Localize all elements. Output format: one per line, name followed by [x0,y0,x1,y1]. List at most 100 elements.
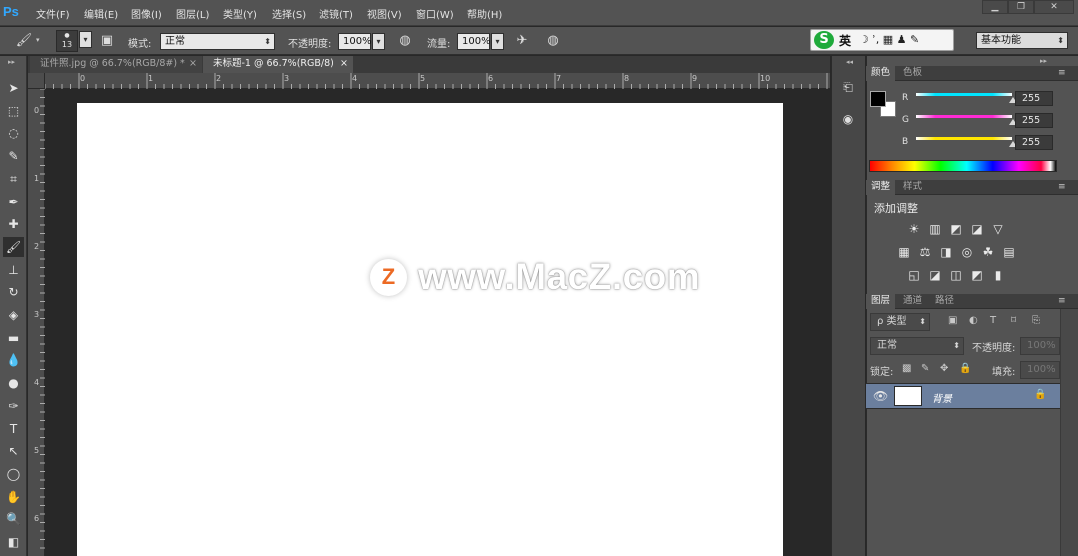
restore-button[interactable]: ❐ [1008,0,1034,14]
zoom-tool-icon[interactable]: 🔍 [3,509,24,529]
adjustment-row1-icon[interactable]: ▥ [927,221,943,237]
layers-scrollbar[interactable] [1060,309,1078,556]
properties-panel-icon[interactable]: ◉ [835,108,861,130]
menu-item[interactable]: 图像(I) [131,6,162,21]
ime-tool-icons[interactable]: ☽ ʾ, ▦ ♟ ✎ [859,33,919,46]
brush-size-picker[interactable]: ● 13 [56,30,78,52]
adjustment-row2-icon[interactable]: ▦ [896,244,912,260]
brush-preset-icon[interactable]: 🖌 [14,31,34,51]
blend-mode-dropdown[interactable]: 正常 ⬍ [870,337,964,355]
adjustment-row2-icon[interactable]: ⚖ [917,244,933,260]
panel-menu-icon[interactable]: ≡ [1058,296,1066,306]
tab-adjustments[interactable]: 调整 [866,180,896,195]
adjustment-row1-icon[interactable]: ◩ [948,221,964,237]
lasso-tool-icon[interactable]: ◌ [3,123,24,143]
close-tab-icon[interactable]: × [340,56,348,72]
quick-select-tool-icon[interactable]: ✎ [3,146,24,166]
layer-name[interactable]: 背景 [932,390,952,405]
layer-filter-icon[interactable]: ▣ [948,315,957,326]
layer-visibility-eye-icon[interactable]: 👁 [873,389,888,403]
mode-dropdown[interactable]: 正常 ⬍ [160,33,275,50]
history-panel-icon[interactable]: ⎗ [835,76,861,98]
layer-filter-icon[interactable]: ⎘ [1032,315,1040,326]
preset-arrow-icon[interactable]: ▾ [36,36,40,44]
layer-opacity-input[interactable]: 100% [1020,337,1060,355]
crop-tool-icon[interactable]: ⌗ [3,169,24,189]
tab-layers[interactable]: 图层 [866,294,896,309]
document-canvas[interactable] [77,103,783,556]
layer-row-background[interactable]: 👁 背景 🔒 [866,383,1060,409]
dodge-tool-icon[interactable]: ● [3,373,24,393]
tab-untitled-1[interactable]: 未标题-1 @ 66.7%(RGB/8) × [203,56,353,73]
channel-slider-track[interactable] [916,93,1012,96]
adjustment-row3-icon[interactable]: ▮ [990,267,1006,283]
workspace-dropdown[interactable]: 基本功能 ⬍ [976,32,1068,49]
adjustment-row2-icon[interactable]: ▤ [1001,244,1017,260]
opacity-dropdown[interactable]: ▾ [372,33,385,50]
lock-option-icon[interactable]: ▩ [902,363,911,374]
tab-styles[interactable]: 样式 [898,180,927,195]
history-brush-tool-icon[interactable]: ↻ [3,282,24,302]
move-tool-icon[interactable]: ➤ [3,78,24,98]
marquee-tool-icon[interactable]: ⬚ [3,101,24,121]
collapse-panels-icon[interactable]: ◂◂ [846,58,853,66]
channel-slider-track[interactable] [916,115,1012,118]
color-spectrum-bar[interactable] [869,160,1057,172]
adjustment-row1-icon[interactable]: ◪ [969,221,985,237]
fill-input[interactable]: 100% [1020,361,1060,379]
lock-option-icon[interactable]: 🔒 [959,363,971,374]
adjustment-row2-icon[interactable]: ◨ [938,244,954,260]
gradient-tool-icon[interactable]: ▬ [3,328,24,348]
eraser-tool-icon[interactable]: ◈ [3,305,24,325]
path-select-tool-icon[interactable]: ↖ [3,441,24,461]
healing-brush-tool-icon[interactable]: ✚ [3,214,24,234]
adjustment-row3-icon[interactable]: ◩ [969,267,985,283]
brush-panel-toggle-icon[interactable]: ▣ [97,31,117,51]
tab-channels[interactable]: 通道 [898,294,927,309]
adjustment-row3-icon[interactable]: ◫ [948,267,964,283]
channel-value-input[interactable]: 255 [1015,113,1053,128]
menu-item[interactable]: 文件(F) [36,6,70,21]
channel-value-input[interactable]: 255 [1015,91,1053,106]
layer-filter-icon[interactable]: ◐ [969,315,978,326]
layer-filter-icon[interactable]: T [990,315,996,326]
tab-swatches[interactable]: 色板 [898,66,927,81]
type-tool-icon[interactable]: T [3,419,24,439]
menu-item[interactable]: 帮助(H) [467,6,502,21]
close-window-button[interactable]: ✕ [1034,0,1074,14]
menu-item[interactable]: 滤镜(T) [319,6,353,21]
ruler-origin[interactable] [28,73,45,89]
tools-collapse-icon[interactable]: ▸▸ [8,58,15,66]
pressure-size-icon[interactable]: ◍ [543,31,563,51]
foreground-color-swatch[interactable] [870,91,886,107]
tab-id-photo[interactable]: 证件照.jpg @ 66.7%(RGB/8#) * × [30,56,202,73]
layer-filter-icon[interactable]: ⌑ [1011,315,1016,326]
blur-tool-icon[interactable]: 💧 [3,350,24,370]
channel-value-input[interactable]: 255 [1015,135,1053,150]
menu-item[interactable]: 视图(V) [367,6,402,21]
close-tab-icon[interactable]: × [189,56,197,72]
flow-dropdown[interactable]: ▾ [491,33,504,50]
adjustment-row3-icon[interactable]: ◱ [906,267,922,283]
sogou-logo-icon[interactable]: S [814,31,834,49]
lock-option-icon[interactable]: ✥ [940,363,948,374]
clone-stamp-tool-icon[interactable]: ⊥ [3,260,24,280]
opacity-input[interactable]: 100% [338,33,372,50]
dock-expand-icon[interactable]: ▸▸ [1040,57,1047,65]
menu-item[interactable]: 编辑(E) [84,6,118,21]
menu-item[interactable]: 窗口(W) [416,6,454,21]
shape-tool-icon[interactable]: ◯ [3,464,24,484]
channel-slider-track[interactable] [916,137,1012,140]
adjustment-row2-icon[interactable]: ☘ [980,244,996,260]
menu-item[interactable]: 类型(Y) [223,6,257,21]
tab-color[interactable]: 颜色 [866,66,896,81]
panel-menu-icon[interactable]: ≡ [1058,68,1066,78]
adjustment-row1-icon[interactable]: ▽ [990,221,1006,237]
pressure-opacity-icon[interactable]: ◍ [395,31,415,51]
brush-size-dropdown[interactable]: ▾ [79,31,92,48]
lock-option-icon[interactable]: ✎ [921,363,929,374]
hand-tool-icon[interactable]: ✋ [3,487,24,507]
airbrush-icon[interactable]: ✈ [512,31,532,51]
layer-filter-dropdown[interactable]: ρ 类型 ⬍ [870,313,930,331]
color-swatch-tool-icon[interactable]: ◧ [3,532,24,552]
